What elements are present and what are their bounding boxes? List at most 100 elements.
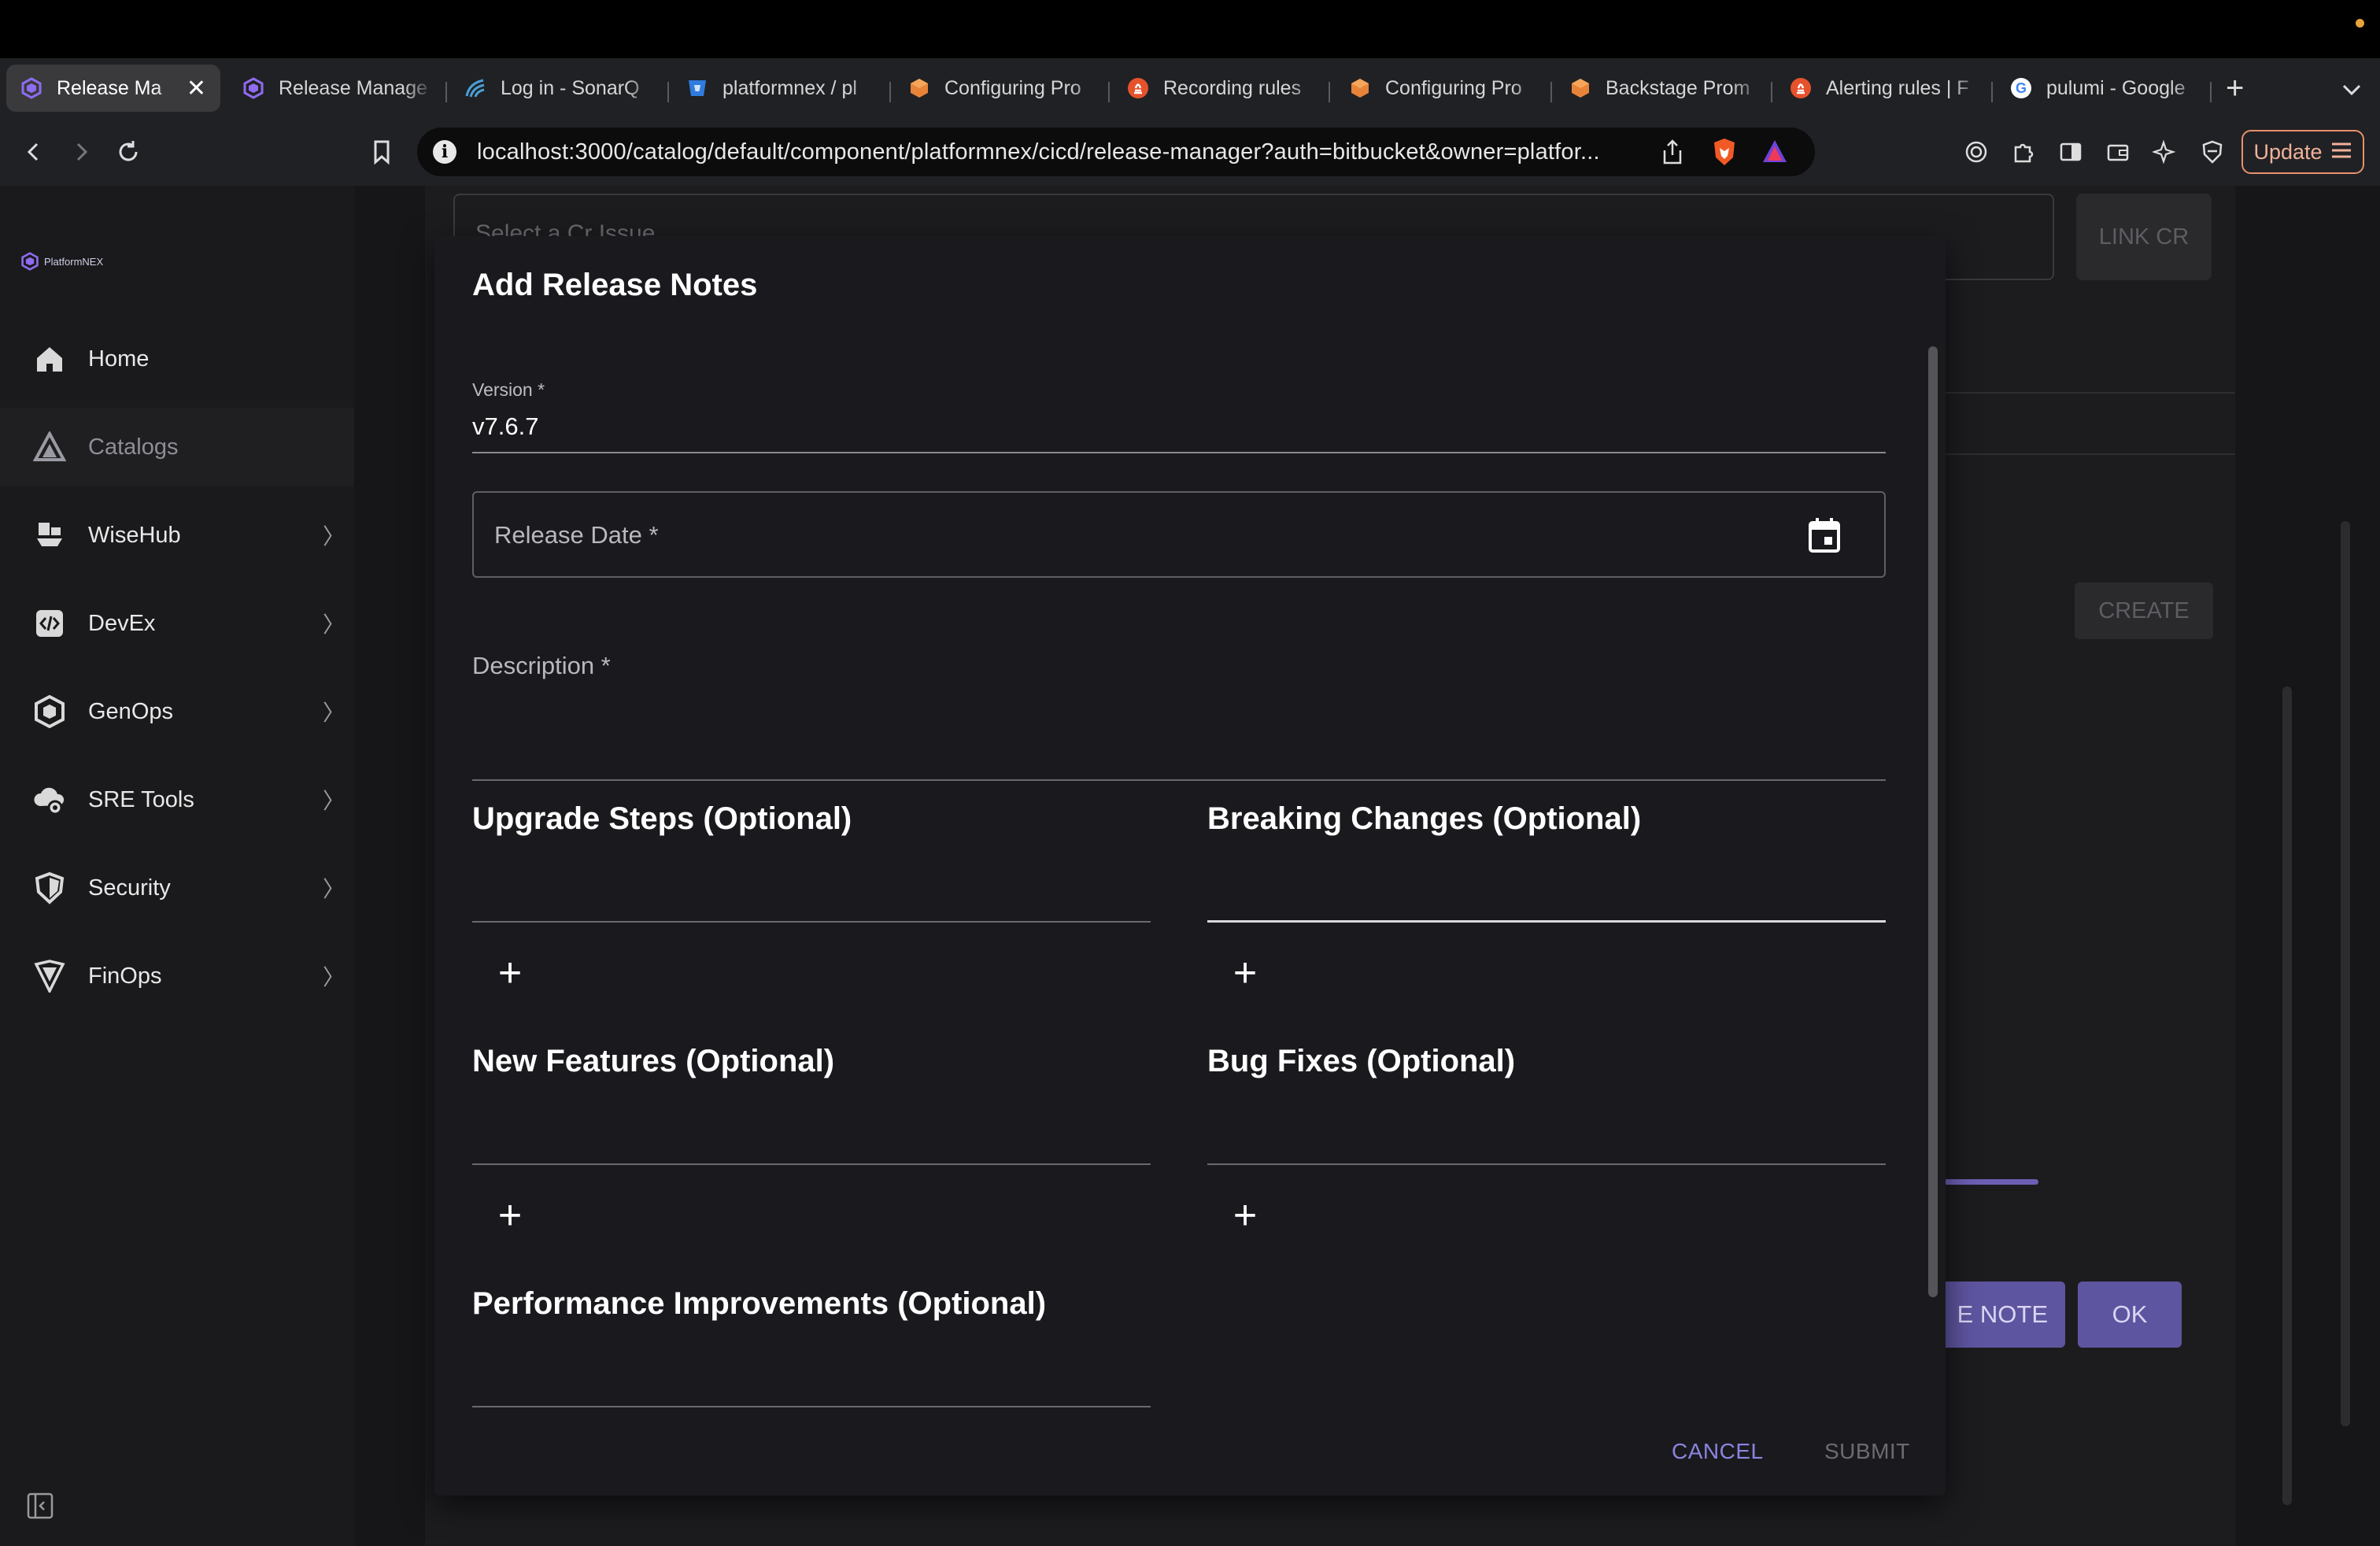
card-scrollbar[interactable]: [2282, 686, 2292, 1505]
new-tab-button[interactable]: +: [2226, 69, 2244, 107]
sidebar-item-catalogs[interactable]: Catalogs: [0, 408, 354, 486]
sidebar-item-label: Security: [88, 875, 171, 901]
submit-button[interactable]: SUBMIT: [1824, 1439, 1910, 1464]
tab-sonarqube[interactable]: Log in - SonarQ: [450, 65, 656, 112]
tab-configuring-pro-2[interactable]: Configuring Pro: [1335, 65, 1543, 112]
tab-separator: [889, 82, 891, 102]
back-icon[interactable]: [16, 134, 52, 170]
collapse-sidebar-icon[interactable]: [27, 1492, 54, 1519]
brave-shields-icon[interactable]: [1711, 137, 1738, 171]
tab-list-chevron-icon[interactable]: [2336, 74, 2367, 105]
tab-label: Configuring Pro: [944, 76, 1081, 99]
vpn-shield-icon[interactable]: [2194, 134, 2230, 170]
sidebar-item-sre-tools[interactable]: SRE Tools 〉: [0, 760, 354, 839]
dialog-scrollbar[interactable]: [1928, 346, 1938, 1297]
ai-sparkle-icon[interactable]: [2147, 134, 2183, 170]
bug-fixes-title: Bug Fixes (Optional): [1207, 1044, 1516, 1078]
ok-button[interactable]: OK: [2078, 1282, 2182, 1348]
tab-label: Alerting rules | F: [1826, 76, 1969, 99]
tab-release-manager-active[interactable]: Release Ma ✕: [6, 65, 220, 112]
cloud-gear-icon: [31, 782, 68, 818]
tab-separator: [1329, 82, 1330, 102]
update-button[interactable]: Update: [2241, 130, 2364, 174]
calendar-icon[interactable]: [1807, 516, 1842, 554]
sidebar-item-label: Home: [88, 346, 150, 372]
sidebar-item-finops[interactable]: FinOps 〉: [0, 937, 354, 1015]
new-features-title: New Features (Optional): [472, 1044, 835, 1078]
performance-improvements-title: Performance Improvements (Optional): [472, 1286, 1047, 1321]
tab-label: Log in - SonarQ: [501, 76, 640, 99]
cancel-button[interactable]: CANCEL: [1672, 1439, 1764, 1464]
upgrade-steps-input[interactable]: [472, 921, 1151, 923]
genops-icon: [31, 693, 68, 730]
tab-separator: [1550, 82, 1552, 102]
add-bug-fix-button[interactable]: +: [1223, 1193, 1267, 1237]
breaking-changes-input[interactable]: [1207, 920, 1886, 923]
site-info-icon[interactable]: i: [433, 140, 456, 164]
logo-text: PlatformNEX: [44, 255, 104, 268]
add-release-notes-dialog: Add Release Notes Version * v7.6.7 Relea…: [434, 236, 1946, 1496]
share-icon[interactable]: [1661, 139, 1684, 169]
tab-separator: [1771, 82, 1772, 102]
new-features-input[interactable]: [472, 1163, 1151, 1165]
tab-bitbucket[interactable]: platformnex / pl: [672, 65, 880, 112]
leo-icon[interactable]: [1958, 134, 1994, 170]
sidebar-item-label: Catalogs: [88, 434, 179, 460]
tab-release-manager[interactable]: Release Manage: [228, 65, 434, 112]
shield-icon: [31, 870, 68, 906]
tab-alerting-rules[interactable]: Alerting rules | F: [1776, 65, 1983, 112]
reload-icon[interactable]: [110, 134, 146, 170]
sidebar-item-label: SRE Tools: [88, 786, 194, 812]
tab-recording-rules[interactable]: Recording rules: [1113, 65, 1321, 112]
tab-configuring-pro-1[interactable]: Configuring Pro: [894, 65, 1102, 112]
add-upgrade-step-button[interactable]: +: [488, 951, 532, 995]
chevron-right-icon: 〉: [323, 789, 346, 813]
divider: [1944, 453, 2235, 455]
tab-separator: [2210, 82, 2212, 102]
wallet-icon[interactable]: [2100, 134, 2136, 170]
create-button[interactable]: CREATE: [2075, 583, 2213, 639]
sidebar-item-devex[interactable]: DevEx 〉: [0, 584, 354, 663]
sidebar-item-security[interactable]: Security 〉: [0, 849, 354, 927]
bookmark-icon[interactable]: [364, 134, 400, 170]
cube-icon: [1569, 77, 1591, 99]
tab-backstage-prom[interactable]: Backstage Prom: [1555, 65, 1763, 112]
sidebar-item-home[interactable]: Home: [0, 320, 354, 398]
prometheus-icon: [1790, 77, 1812, 99]
notification-dot: [2356, 19, 2364, 28]
google-icon: G: [2010, 77, 2032, 99]
address-bar[interactable]: i localhost:3000/catalog/default/compone…: [417, 128, 1815, 176]
catalog-icon: [31, 429, 68, 465]
sidebar-item-wisehub[interactable]: WiseHub 〉: [0, 496, 354, 575]
release-note-button[interactable]: E NOTE: [1928, 1282, 2065, 1348]
sidebar-toggle-icon[interactable]: [2053, 134, 2089, 170]
performance-improvements-input[interactable]: [472, 1406, 1151, 1407]
tab-label: Release Ma: [57, 76, 162, 99]
version-input[interactable]: v7.6.7: [472, 412, 538, 441]
add-breaking-change-button[interactable]: +: [1223, 951, 1267, 995]
close-tab-icon[interactable]: ✕: [187, 75, 206, 102]
upgrade-steps-title: Upgrade Steps (Optional): [472, 801, 852, 836]
tab-separator: [1991, 82, 1993, 102]
bug-fixes-input[interactable]: [1207, 1163, 1886, 1165]
extensions-icon[interactable]: [2005, 134, 2042, 170]
link-cr-button[interactable]: LINK CR: [2076, 194, 2212, 280]
description-input[interactable]: [472, 779, 1886, 781]
sidebar-item-label: FinOps: [88, 963, 162, 989]
page-scrollbar[interactable]: [2341, 521, 2350, 1426]
url-text[interactable]: localhost:3000/catalog/default/component…: [477, 139, 1600, 165]
forward-icon[interactable]: [63, 134, 99, 170]
description-label: Description *: [472, 652, 611, 679]
add-new-feature-button[interactable]: +: [488, 1193, 532, 1237]
release-date-field[interactable]: Release Date *: [472, 491, 1886, 578]
window-titlebar: [0, 0, 2380, 58]
version-label: Version *: [472, 379, 545, 400]
sonarqube-icon: [464, 77, 486, 99]
sidebar-item-genops[interactable]: GenOps 〉: [0, 672, 354, 751]
logo[interactable]: PlatformNEX: [20, 252, 103, 271]
update-label: Update: [2253, 139, 2323, 164]
code-icon: [31, 605, 68, 642]
brave-rewards-icon[interactable]: [1761, 139, 1788, 168]
cube-icon: [908, 77, 930, 99]
tab-pulumi-google[interactable]: G pulumi - Google: [1996, 65, 2202, 112]
